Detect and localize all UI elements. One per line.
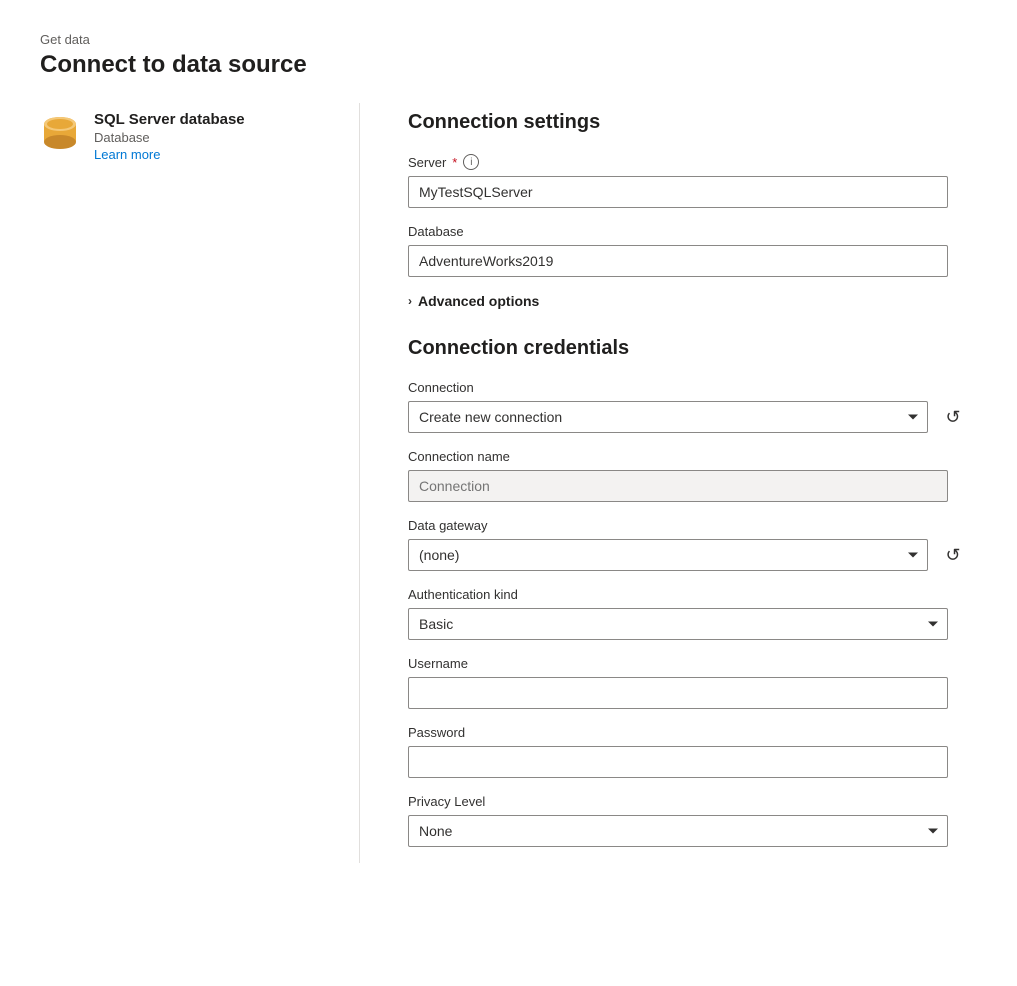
username-label: Username (408, 656, 468, 671)
advanced-options-label: Advanced options (418, 293, 539, 309)
data-gateway-group: Data gateway (none) ↺ (408, 518, 977, 571)
connection-name-label: Connection name (408, 449, 510, 464)
database-label: Database (408, 224, 464, 239)
sql-server-icon (40, 113, 80, 153)
connection-credentials-title: Connection credentials (408, 337, 977, 360)
connection-refresh-button[interactable]: ↺ (938, 402, 968, 432)
data-gateway-select[interactable]: (none) (408, 539, 928, 571)
learn-more-link[interactable]: Learn more (94, 147, 245, 162)
data-gateway-select-wrapper: (none) (408, 539, 928, 571)
auth-kind-select-wrapper: Basic Windows OAuth2 (408, 608, 948, 640)
connection-settings-title: Connection settings (408, 111, 977, 134)
section-divider: Connection credentials (408, 337, 977, 360)
password-input[interactable] (408, 746, 948, 778)
breadcrumb: Get data (40, 32, 977, 47)
right-panel: Connection settings Server * i Database … (360, 103, 977, 863)
server-info-icon[interactable]: i (463, 154, 479, 170)
server-required: * (452, 155, 457, 170)
page-title: Connect to data source (40, 51, 977, 79)
connection-select[interactable]: Create new connection (408, 401, 928, 433)
privacy-level-label: Privacy Level (408, 794, 485, 809)
password-group: Password (408, 725, 977, 778)
database-label-group: Database (408, 224, 977, 239)
privacy-level-group: Privacy Level None Public Organizational… (408, 794, 977, 847)
server-label-group: Server * i (408, 154, 977, 170)
connection-name-group: Connection name (408, 449, 977, 502)
privacy-level-label-group: Privacy Level (408, 794, 977, 809)
advanced-options-toggle[interactable]: › Advanced options (408, 293, 977, 309)
connector-info: SQL Server database Database Learn more (94, 111, 245, 162)
chevron-right-icon: › (408, 294, 412, 308)
connection-label-group: Connection (408, 380, 977, 395)
privacy-level-select[interactable]: None Public Organizational Private (408, 815, 948, 847)
connection-label: Connection (408, 380, 474, 395)
left-panel: SQL Server database Database Learn more (40, 103, 360, 863)
connection-select-wrapper: Create new connection (408, 401, 928, 433)
data-gateway-refresh-icon: ↺ (945, 545, 960, 566)
auth-kind-group: Authentication kind Basic Windows OAuth2 (408, 587, 977, 640)
main-layout: SQL Server database Database Learn more … (40, 103, 977, 863)
database-input[interactable] (408, 245, 948, 277)
auth-kind-label-group: Authentication kind (408, 587, 977, 602)
connection-name-input[interactable] (408, 470, 948, 502)
password-label-group: Password (408, 725, 977, 740)
password-label: Password (408, 725, 465, 740)
data-gateway-dropdown-wrapper: (none) ↺ (408, 539, 968, 571)
connection-group: Connection Create new connection ↺ (408, 380, 977, 433)
username-input[interactable] (408, 677, 948, 709)
connector-name: SQL Server database (94, 111, 245, 128)
connection-name-label-group: Connection name (408, 449, 977, 464)
server-group: Server * i (408, 154, 977, 208)
data-gateway-refresh-button[interactable]: ↺ (938, 540, 968, 570)
data-gateway-label: Data gateway (408, 518, 488, 533)
username-group: Username (408, 656, 977, 709)
server-input[interactable] (408, 176, 948, 208)
username-label-group: Username (408, 656, 977, 671)
connection-dropdown-wrapper: Create new connection ↺ (408, 401, 968, 433)
connector-item: SQL Server database Database Learn more (40, 111, 319, 162)
connector-type: Database (94, 130, 245, 145)
server-label: Server (408, 155, 446, 170)
data-gateway-label-group: Data gateway (408, 518, 977, 533)
page-header: Get data Connect to data source (40, 32, 977, 79)
auth-kind-select[interactable]: Basic Windows OAuth2 (408, 608, 948, 640)
privacy-level-select-wrapper: None Public Organizational Private (408, 815, 948, 847)
database-group: Database (408, 224, 977, 277)
auth-kind-label: Authentication kind (408, 587, 518, 602)
refresh-icon: ↺ (945, 407, 960, 428)
